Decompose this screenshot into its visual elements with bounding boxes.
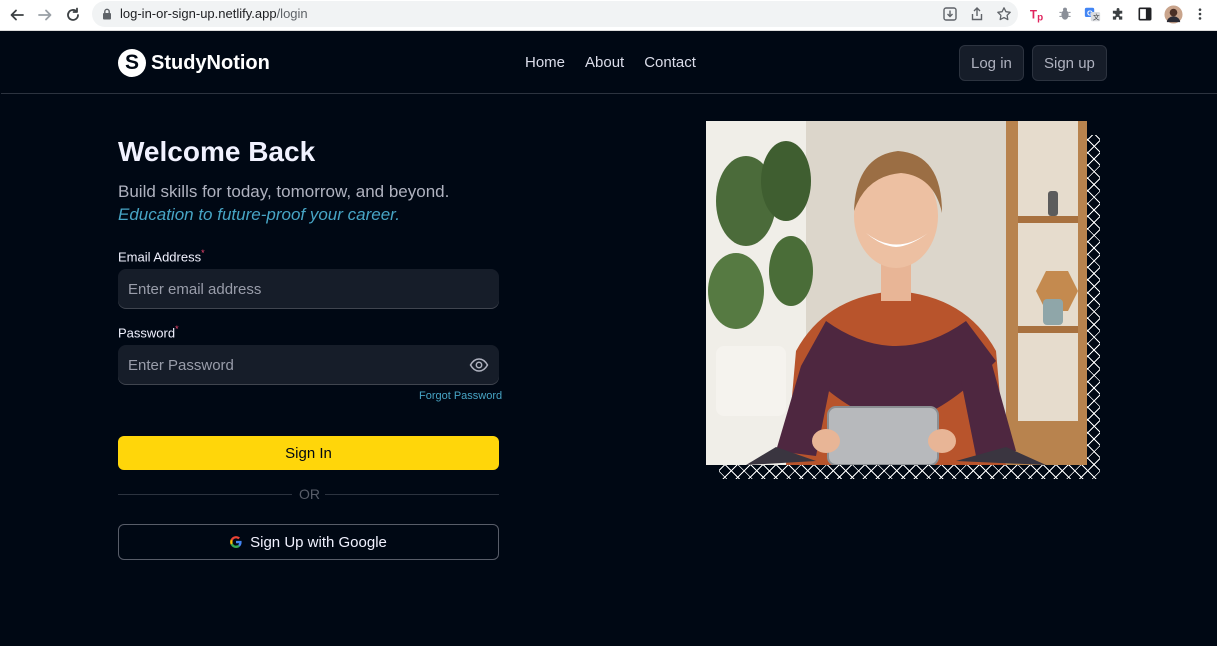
divider-line bbox=[325, 494, 499, 495]
site-navbar: S StudyNotion Home About Contact Log in … bbox=[1, 32, 1217, 94]
or-divider-label: OR bbox=[299, 486, 320, 502]
svg-text:p: p bbox=[1037, 12, 1043, 23]
divider-line bbox=[118, 494, 292, 495]
page-title: Welcome Back bbox=[118, 136, 316, 167]
login-button[interactable]: Log in bbox=[959, 45, 1024, 81]
signup-button[interactable]: Sign up bbox=[1032, 45, 1107, 81]
studynotion-logo[interactable]: S StudyNotion bbox=[118, 49, 270, 77]
nav-link-about[interactable]: About bbox=[585, 54, 624, 71]
email-label: Email Address* bbox=[118, 248, 205, 265]
address-bar[interactable]: log-in-or-sign-up.netlify.app/login bbox=[92, 1, 1018, 27]
forward-icon[interactable] bbox=[34, 4, 56, 26]
browser-toolbar: log-in-or-sign-up.netlify.app/login Tp G… bbox=[0, 0, 1217, 31]
google-signup-button[interactable]: Sign Up with Google bbox=[118, 524, 499, 560]
sign-in-button[interactable]: Sign In bbox=[118, 436, 499, 470]
lock-icon[interactable] bbox=[102, 8, 112, 20]
tagline: Education to future-proof your career. bbox=[118, 205, 400, 224]
install-icon[interactable] bbox=[942, 6, 958, 22]
nav-links: Home About Contact bbox=[525, 54, 696, 71]
show-password-eye-icon[interactable] bbox=[469, 356, 489, 374]
email-field-wrapper bbox=[118, 269, 499, 309]
tp-extension-icon[interactable]: Tp bbox=[1028, 4, 1048, 24]
hero-photo bbox=[706, 121, 1087, 465]
student-illustration bbox=[706, 121, 1087, 465]
google-signup-label: Sign Up with Google bbox=[250, 533, 387, 551]
side-panel-icon[interactable] bbox=[1135, 4, 1155, 24]
star-icon[interactable] bbox=[996, 6, 1012, 22]
google-icon bbox=[230, 536, 242, 548]
reload-icon[interactable] bbox=[62, 4, 84, 26]
password-field-wrapper bbox=[118, 345, 499, 385]
back-icon[interactable] bbox=[6, 4, 28, 26]
nav-link-contact[interactable]: Contact bbox=[644, 54, 696, 71]
extensions-puzzle-icon[interactable] bbox=[1108, 4, 1128, 24]
forgot-password-link[interactable]: Forgot Password bbox=[419, 390, 502, 402]
subtitle: Build skills for today, tomorrow, and be… bbox=[118, 182, 450, 201]
brand-name: StudyNotion bbox=[151, 51, 270, 74]
bug-extension-icon[interactable] bbox=[1055, 4, 1075, 24]
nav-link-home[interactable]: Home bbox=[525, 54, 565, 71]
url-text[interactable]: log-in-or-sign-up.netlify.app/login bbox=[120, 6, 308, 21]
required-mark: * bbox=[175, 324, 179, 334]
svg-text:文: 文 bbox=[1092, 12, 1099, 21]
required-mark: * bbox=[201, 248, 205, 258]
email-input[interactable] bbox=[118, 269, 499, 309]
password-label: Password* bbox=[118, 324, 179, 341]
password-input[interactable] bbox=[118, 345, 499, 385]
more-menu-icon[interactable] bbox=[1190, 4, 1210, 24]
logo-mark-icon: S bbox=[118, 49, 146, 77]
profile-avatar[interactable] bbox=[1163, 4, 1183, 24]
share-icon[interactable] bbox=[969, 6, 985, 22]
page: S StudyNotion Home About Contact Log in … bbox=[1, 32, 1217, 646]
translate-extension-icon[interactable]: G文 bbox=[1082, 4, 1102, 24]
